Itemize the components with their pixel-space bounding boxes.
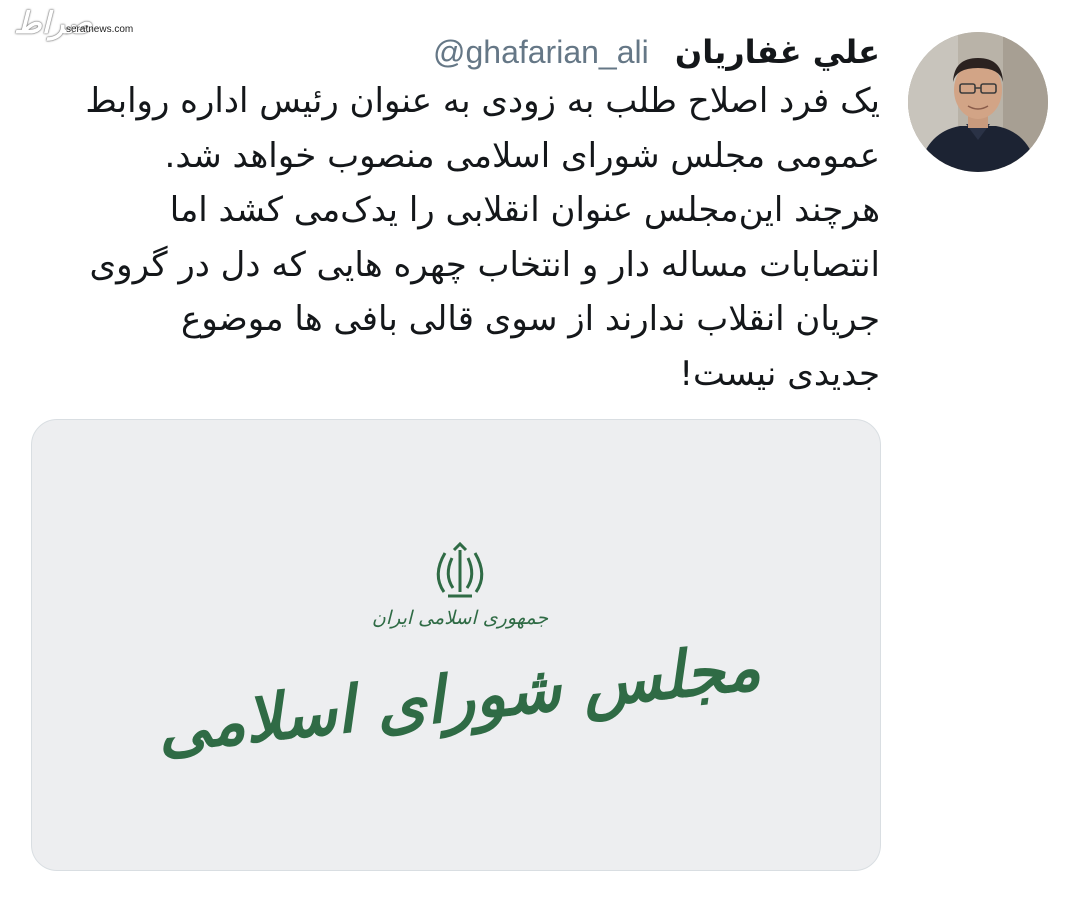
author-name[interactable]: علي غفاريان: [675, 33, 880, 71]
tweet-text-line: جدیدی نیست!: [679, 353, 880, 394]
watermark-site: seratnews.com: [66, 24, 134, 35]
author-handle[interactable]: @ghafarian_ali: [433, 34, 649, 70]
tweet-text-line: عمومی مجلس شورای اسلامی منصوب خواهد شد.: [164, 135, 880, 176]
tweet-media-card[interactable]: جمهوری اسلامی ایران مجلس شورای اسلامی: [31, 419, 881, 871]
avatar[interactable]: [908, 32, 1048, 172]
tweet-text-line: جریان انقلاب ندارند از سوی قالی بافی ها …: [181, 299, 880, 339]
iran-emblem-icon: [436, 541, 484, 598]
tweet-text: یک فرد اصلاح طلب به زودی به عنوان رئیس ا…: [40, 74, 880, 401]
card-title: مجلس شورای اسلامی: [154, 630, 764, 769]
watermark: صراط seratnews.com: [8, 4, 148, 48]
avatar-photo: [908, 32, 1048, 172]
tweet-text-line: هرچند این‌مجلس عنوان انقلابی را یدک‌می ک…: [169, 190, 880, 230]
tweet-text-line: انتصابات مساله دار و انتخاب چهره هایی که…: [89, 244, 880, 285]
tweet-text-line: یک فرد اصلاح طلب به زودی به عنوان رئیس ا…: [85, 81, 880, 121]
card-subtitle: جمهوری اسلامی ایران: [372, 607, 549, 629]
parliament-logo-image: جمهوری اسلامی ایران مجلس شورای اسلامی: [154, 541, 764, 769]
tweet-header: علي غفاريان @ghafarian_ali: [433, 28, 880, 76]
